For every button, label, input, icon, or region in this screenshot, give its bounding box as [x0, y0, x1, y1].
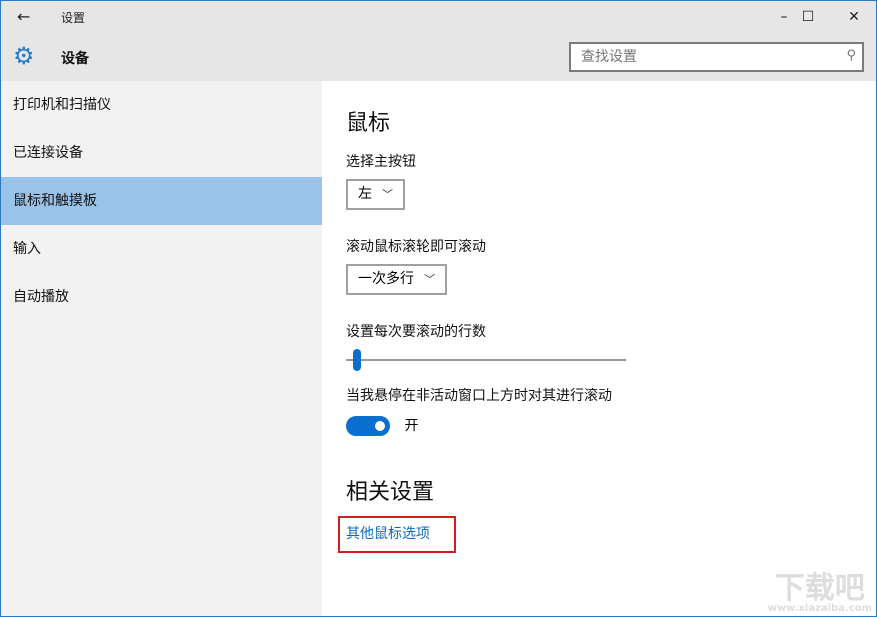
inactive-scroll-toggle[interactable] — [346, 416, 390, 436]
sidebar-item-autoplay[interactable]: 自动播放 — [1, 273, 322, 321]
window-title: 设置 — [61, 9, 85, 26]
inactive-scroll-label: 当我悬停在非活动窗口上方时对其进行滚动 — [346, 385, 866, 405]
primary-button-label: 选择主按钮 — [346, 151, 866, 171]
sidebar-item-connected-devices[interactable]: 已连接设备 — [1, 129, 322, 177]
sidebar-item-printers[interactable]: 打印机和扫描仪 — [1, 81, 322, 129]
lines-to-scroll-label: 设置每次要滚动的行数 — [346, 321, 866, 341]
close-button[interactable]: ✕ — [839, 5, 869, 29]
lines-to-scroll-slider[interactable] — [346, 349, 626, 371]
watermark: 下载吧www.xiazaiba.com — [768, 574, 872, 614]
additional-mouse-options-link[interactable]: 其他鼠标选项 — [338, 516, 456, 553]
wheel-scroll-dropdown[interactable]: 一次多行 ﹀ — [346, 264, 447, 295]
sidebar-item-typing[interactable]: 输入 — [1, 225, 322, 273]
wheel-scroll-label: 滚动鼠标滚轮即可滚动 — [346, 236, 866, 256]
settings-window: ← 设置 – ☐ ✕ ⚙ 设备 ⚲ 打印机和扫描仪 已连接设备 鼠标和触摸板 输… — [0, 0, 877, 617]
wheel-scroll-value: 一次多行 — [358, 271, 414, 287]
chevron-down-icon: ﹀ — [382, 188, 393, 201]
sidebar: 打印机和扫描仪 已连接设备 鼠标和触摸板 输入 自动播放 — [1, 81, 322, 617]
primary-button-dropdown[interactable]: 左﹀ — [346, 179, 405, 210]
maximize-button[interactable]: ☐ — [793, 5, 823, 29]
toggle-state: 开 — [404, 418, 418, 434]
page-title: 设备 — [61, 48, 89, 68]
toggle-knob — [375, 421, 385, 431]
chevron-down-icon: ﹀ — [424, 273, 435, 286]
slider-thumb[interactable] — [353, 349, 361, 371]
search-icon[interactable]: ⚲ — [846, 48, 856, 63]
section-title-related: 相关设置 — [346, 474, 866, 506]
page-header: ⚙ 设备 ⚲ — [1, 33, 876, 81]
search-box[interactable]: ⚲ — [569, 42, 864, 72]
back-arrow-icon[interactable]: ← — [17, 7, 30, 26]
slider-track — [346, 359, 626, 361]
search-input[interactable] — [571, 44, 831, 70]
main-content: 鼠标 选择主按钮 左﹀ 滚动鼠标滚轮即可滚动 一次多行﹀ 设置每次要滚动的行数 … — [346, 81, 866, 553]
gear-icon: ⚙ — [13, 43, 35, 69]
sidebar-item-mouse-touchpad[interactable]: 鼠标和触摸板 — [1, 177, 322, 225]
section-title-mouse: 鼠标 — [346, 105, 866, 137]
title-bar: ← 设置 – ☐ ✕ — [1, 1, 876, 33]
primary-button-value: 左 — [358, 186, 372, 202]
